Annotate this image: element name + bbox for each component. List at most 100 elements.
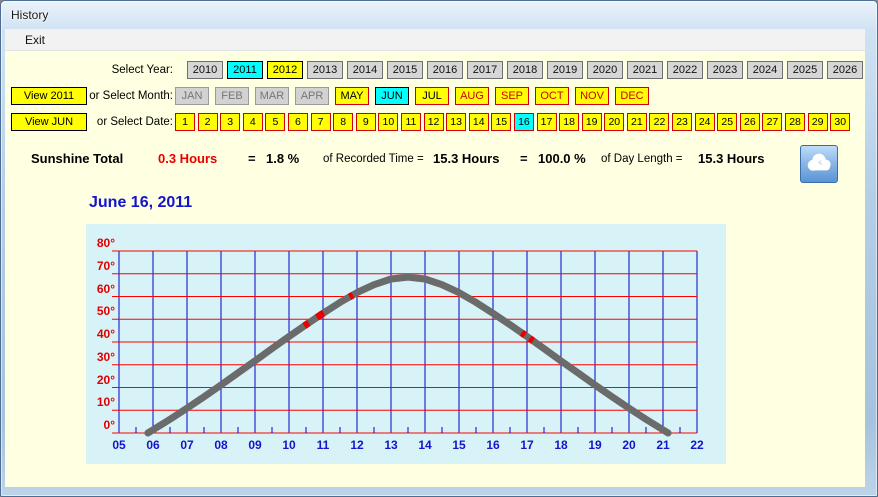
- date-button-29[interactable]: 29: [807, 113, 828, 131]
- date-button-26[interactable]: 26: [739, 113, 760, 131]
- cloud-weather-button[interactable]: [800, 145, 838, 183]
- year-button-2013[interactable]: 2013: [307, 61, 343, 79]
- month-button-jan: JAN: [175, 87, 209, 105]
- menubar: Exit: [5, 29, 865, 51]
- date-button-8[interactable]: 8: [333, 113, 354, 131]
- y-tick-label: 70°: [96, 258, 115, 273]
- equals-sign-2: =: [520, 151, 528, 166]
- year-button-2024[interactable]: 2024: [747, 61, 783, 79]
- sunshine-period-mark: [519, 329, 527, 338]
- date-button-27[interactable]: 27: [762, 113, 783, 131]
- year-button-2025[interactable]: 2025: [787, 61, 823, 79]
- date-button-12[interactable]: 12: [423, 113, 444, 131]
- date-button-3[interactable]: 3: [220, 113, 241, 131]
- x-tick-label: 07: [180, 438, 194, 452]
- x-tick-label: 10: [282, 438, 296, 452]
- chart-date-title: June 16, 2011: [89, 194, 193, 211]
- year-button-2026[interactable]: 2026: [827, 61, 863, 79]
- date-button-22[interactable]: 22: [649, 113, 670, 131]
- x-tick-label: 14: [418, 438, 432, 452]
- x-tick-label: 20: [622, 438, 636, 452]
- year-button-2019[interactable]: 2019: [547, 61, 583, 79]
- y-tick-label: 30°: [96, 349, 115, 364]
- year-button-2015[interactable]: 2015: [387, 61, 423, 79]
- date-button-9[interactable]: 9: [355, 113, 376, 131]
- recorded-time-label: of Recorded Time =: [323, 153, 424, 165]
- year-button-2010[interactable]: 2010: [187, 61, 223, 79]
- month-button-may[interactable]: MAY: [335, 87, 369, 105]
- y-tick-label: 10°: [96, 395, 115, 410]
- month-button-dec[interactable]: DEC: [615, 87, 649, 105]
- month-button-aug[interactable]: AUG: [455, 87, 489, 105]
- date-button-25[interactable]: 25: [717, 113, 738, 131]
- y-tick-label: 50°: [96, 304, 115, 319]
- date-button-23[interactable]: 23: [672, 113, 693, 131]
- cloud-icon: [804, 149, 834, 180]
- date-button-28[interactable]: 28: [785, 113, 806, 131]
- recorded-hours-value: 15.3 Hours: [433, 151, 500, 166]
- y-tick-label: 20°: [96, 372, 115, 387]
- titlebar[interactable]: History: [1, 1, 877, 29]
- month-button-sep[interactable]: SEP: [495, 87, 529, 105]
- month-button-jun[interactable]: JUN: [375, 87, 409, 105]
- month-button-feb: FEB: [215, 87, 249, 105]
- date-button-14[interactable]: 14: [468, 113, 489, 131]
- x-tick-label: 05: [112, 438, 126, 452]
- year-button-2018[interactable]: 2018: [507, 61, 543, 79]
- year-button-2022[interactable]: 2022: [667, 61, 703, 79]
- x-tick-label: 15: [452, 438, 466, 452]
- date-button-30[interactable]: 30: [830, 113, 851, 131]
- month-button-jul[interactable]: JUL: [415, 87, 449, 105]
- date-button-15[interactable]: 15: [491, 113, 512, 131]
- date-button-row: 1 2 3 4 5 6 7 8 9 10 11 12 13 14 15 16 17 18 19 20 21 22 23 24 2…: [175, 113, 851, 131]
- month-button-nov[interactable]: NOV: [575, 87, 609, 105]
- history-window: History Exit Select Year: 2010 2011 2012 20…: [0, 0, 878, 497]
- month-button-row: JAN FEB MAR APR MAY JUN JUL AUG SEP OCT NOV DEC: [175, 87, 649, 105]
- year-button-2017[interactable]: 2017: [467, 61, 503, 79]
- year-button-2021[interactable]: 2021: [627, 61, 663, 79]
- year-button-2014[interactable]: 2014: [347, 61, 383, 79]
- date-button-19[interactable]: 19: [581, 113, 602, 131]
- date-button-5[interactable]: 5: [265, 113, 286, 131]
- sun-elevation-plot: [112, 250, 698, 437]
- date-button-11[interactable]: 11: [400, 113, 421, 131]
- menu-item-exit[interactable]: Exit: [19, 32, 51, 48]
- date-button-6[interactable]: 6: [287, 113, 308, 131]
- y-tick-label: 40°: [96, 327, 115, 341]
- date-button-1[interactable]: 1: [175, 113, 195, 131]
- x-tick-label: 06: [146, 438, 160, 452]
- x-tick-label: 12: [350, 438, 364, 452]
- sunshine-period-mark: [347, 291, 355, 300]
- date-button-20[interactable]: 20: [604, 113, 625, 131]
- y-tick-label: 0°: [103, 418, 115, 432]
- date-button-17[interactable]: 17: [536, 113, 557, 131]
- date-button-16[interactable]: 16: [513, 113, 534, 131]
- sunshine-period-mark: [314, 309, 326, 321]
- date-button-13[interactable]: 13: [446, 113, 467, 131]
- recorded-percent-value: 1.8 %: [266, 151, 300, 166]
- year-button-2016[interactable]: 2016: [427, 61, 463, 79]
- month-button-oct[interactable]: OCT: [535, 87, 569, 105]
- date-button-10[interactable]: 10: [378, 113, 399, 131]
- year-button-2023[interactable]: 2023: [707, 61, 743, 79]
- date-button-7[interactable]: 7: [310, 113, 331, 131]
- x-tick-label: 11: [316, 438, 330, 452]
- select-date-label: or Select Date:: [96, 116, 173, 128]
- date-button-2[interactable]: 2: [197, 113, 218, 131]
- date-button-18[interactable]: 18: [559, 113, 580, 131]
- sunshine-hours-value: 0.3 Hours: [158, 151, 218, 166]
- year-button-2011[interactable]: 2011: [227, 61, 263, 79]
- year-button-2020[interactable]: 2020: [587, 61, 623, 79]
- sunshine-period-mark: [527, 335, 536, 344]
- select-year-label: Select Year:: [111, 64, 173, 76]
- date-button-24[interactable]: 24: [694, 113, 715, 131]
- sun-elevation-curve: [144, 273, 672, 437]
- year-button-2012[interactable]: 2012: [267, 61, 303, 79]
- day-length-label: of Day Length =: [601, 153, 683, 165]
- x-tick-label: 21: [656, 438, 670, 452]
- day-percent-value: 100.0 %: [538, 151, 586, 166]
- date-button-4[interactable]: 4: [242, 113, 263, 131]
- date-button-21[interactable]: 21: [626, 113, 647, 131]
- window-title: History: [11, 8, 49, 22]
- x-tick-label: 08: [214, 438, 228, 452]
